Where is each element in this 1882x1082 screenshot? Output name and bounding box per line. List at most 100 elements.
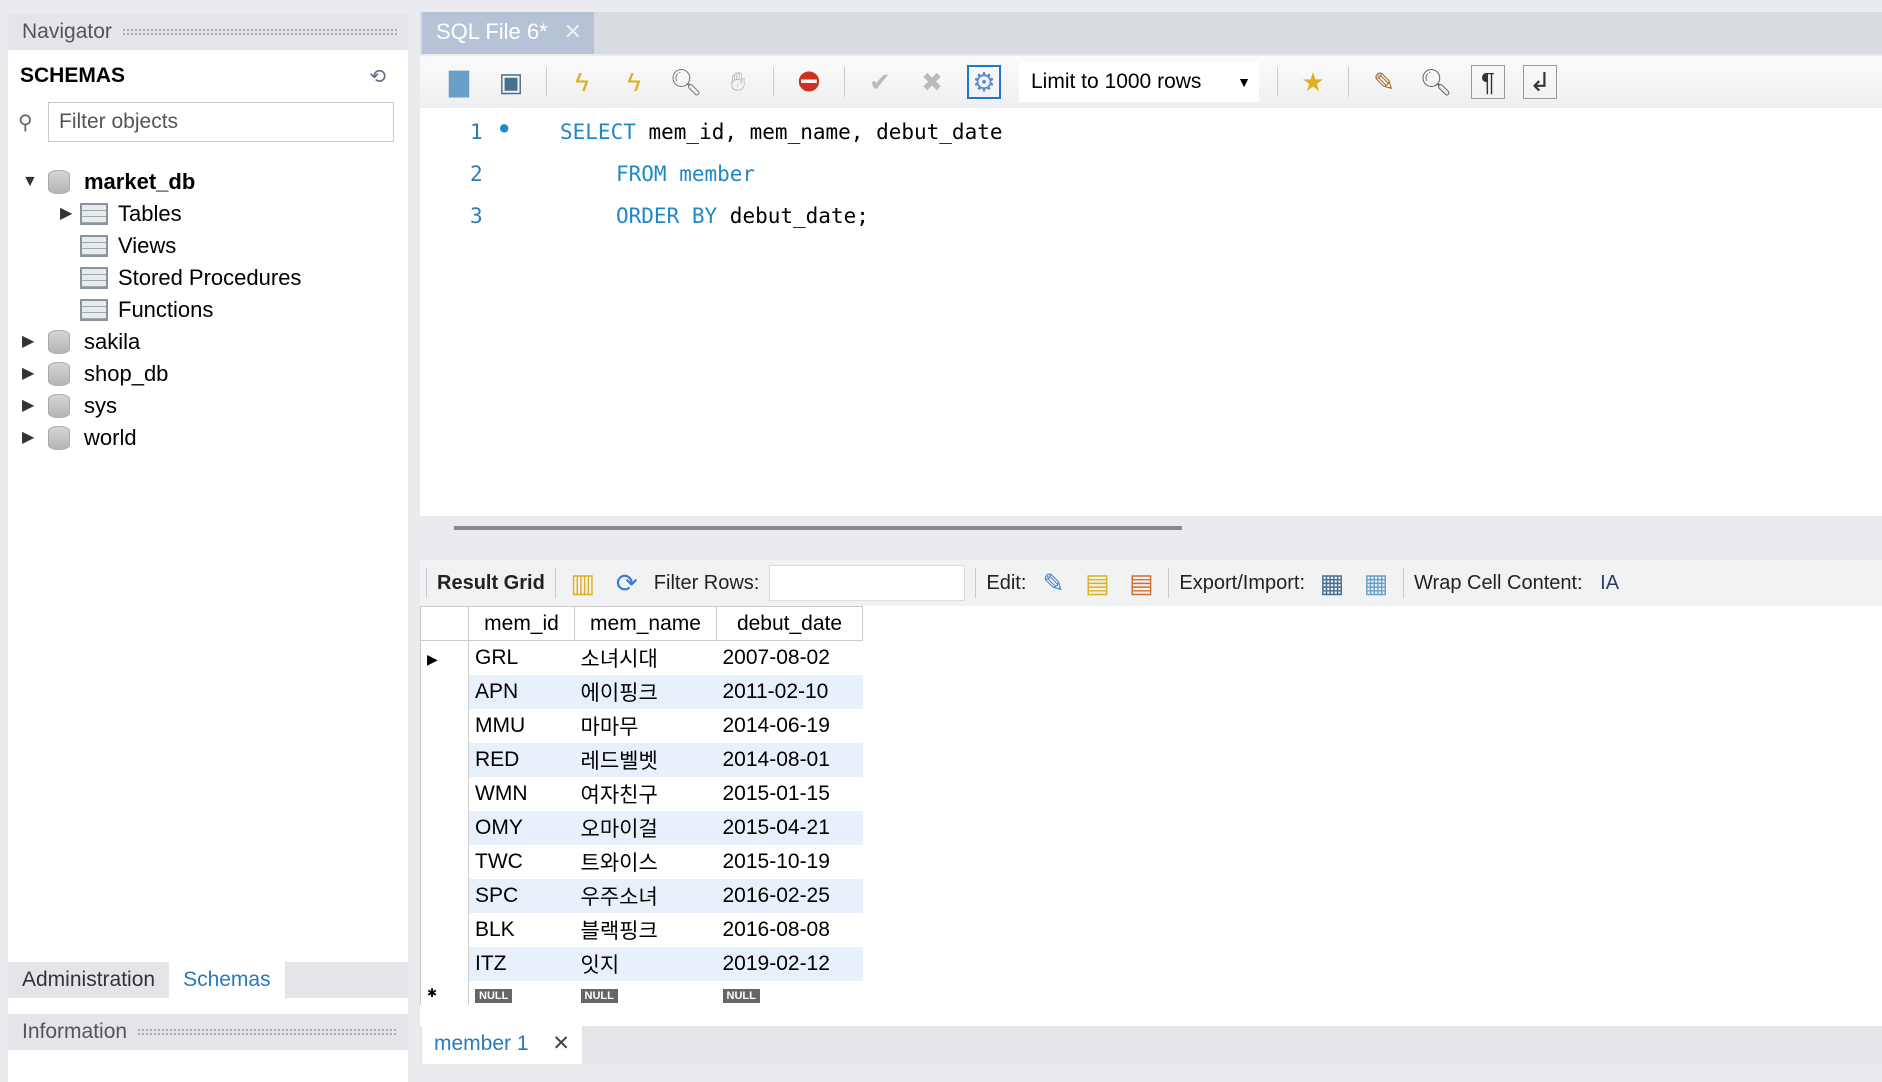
table-row[interactable]: SPC 우주소녀 2016-02-25 — [420, 878, 863, 913]
cell[interactable]: 2014-08-01 — [716, 742, 863, 777]
cell[interactable]: 여자친구 — [575, 777, 717, 811]
cell[interactable]: NULL — [575, 981, 717, 1005]
tree-item-functions[interactable]: Functions — [80, 294, 213, 326]
expand-right-icon[interactable]: ▶ — [60, 198, 80, 230]
find-icon[interactable]: 🔍︎ — [1419, 65, 1453, 99]
tab-administration[interactable]: Administration — [8, 962, 169, 998]
row-indicator[interactable] — [420, 708, 469, 743]
row-indicator[interactable] — [420, 912, 469, 947]
row-indicator[interactable] — [420, 946, 469, 981]
add-snippet-star-icon[interactable]: ★ — [1296, 65, 1330, 99]
expand-right-icon[interactable]: ▶ — [22, 358, 42, 390]
schema-market-db[interactable]: ▼ market_db — [22, 166, 195, 198]
filter-rows-input[interactable] — [769, 565, 966, 601]
cell[interactable]: 레드벨벳 — [574, 742, 717, 777]
grid-view-icon[interactable]: ▥ — [566, 566, 600, 600]
explain-icon[interactable]: 🔍︎ — [669, 65, 703, 99]
cell[interactable]: 2011-02-10 — [716, 674, 863, 709]
table-row[interactable]: APN 에이핑크 2011-02-10 — [420, 674, 863, 709]
horizontal-scrollbar[interactable] — [454, 526, 1182, 530]
cell[interactable]: APN — [468, 674, 575, 709]
cell[interactable]: NULL — [717, 981, 863, 1005]
result-grid-label[interactable]: Result Grid — [437, 572, 545, 595]
save-icon[interactable]: ▣ — [494, 65, 528, 99]
close-icon[interactable]: ✕ — [564, 12, 582, 52]
wrap-cell-icon[interactable]: IA — [1593, 566, 1627, 600]
schema-shop-db[interactable]: ▶ shop_db — [22, 358, 168, 390]
table-row[interactable]: MMU 마마무 2014-06-19 — [420, 708, 863, 743]
close-icon[interactable]: ✕ — [552, 1026, 570, 1062]
column-header[interactable]: mem_name — [574, 606, 717, 641]
cell[interactable]: 오마이걸 — [574, 810, 717, 845]
refresh-icon[interactable]: ⟳ — [610, 566, 644, 600]
tab-schemas[interactable]: Schemas — [169, 962, 285, 998]
expand-right-icon[interactable]: ▶ — [22, 326, 42, 358]
open-folder-icon[interactable]: ▇ — [442, 65, 476, 99]
cell[interactable]: GRL — [469, 641, 575, 675]
cell[interactable]: 마마무 — [575, 709, 717, 743]
cell[interactable]: 2015-04-21 — [716, 810, 863, 845]
cell[interactable]: MMU — [469, 709, 575, 743]
row-indicator[interactable] — [420, 674, 469, 709]
commit-icon[interactable]: ✔ — [863, 65, 897, 99]
edit-row-icon[interactable]: ✎ — [1036, 566, 1070, 600]
column-header[interactable]: mem_id — [468, 606, 575, 641]
column-header[interactable]: debut_date — [716, 606, 863, 641]
table-row[interactable]: OMY 오마이걸 2015-04-21 — [420, 810, 863, 845]
row-indicator[interactable]: ▶ — [420, 640, 469, 675]
cell[interactable]: 소녀시대 — [575, 641, 717, 675]
cell[interactable]: NULL — [469, 981, 575, 1005]
new-row[interactable]: ✱ NULL NULL NULL — [420, 980, 863, 1005]
insert-row-icon[interactable]: ▤ — [1080, 566, 1114, 600]
row-indicator[interactable] — [420, 878, 469, 913]
cell[interactable]: BLK — [469, 913, 575, 947]
table-row[interactable]: WMN 여자친구 2015-01-15 — [420, 776, 863, 811]
cell[interactable]: 2016-08-08 — [717, 913, 863, 947]
cell[interactable]: 잇지 — [574, 946, 717, 981]
word-wrap-icon[interactable]: ↲ — [1523, 65, 1557, 99]
stop-on-error-icon[interactable]: ⛔︎ — [792, 65, 826, 99]
schema-sys[interactable]: ▶ sys — [22, 390, 117, 422]
cell[interactable]: TWC — [469, 845, 575, 879]
table-row[interactable]: BLK 블랙핑크 2016-08-08 — [420, 912, 863, 947]
cell[interactable]: ITZ — [468, 946, 575, 981]
beautify-broom-icon[interactable]: ✎ — [1367, 65, 1401, 99]
table-row[interactable]: RED 레드벨벳 2014-08-01 — [420, 742, 863, 777]
cell[interactable]: 2019-02-12 — [716, 946, 863, 981]
cell[interactable]: 트와이스 — [575, 845, 717, 879]
expand-right-icon[interactable]: ▶ — [22, 422, 42, 454]
table-row[interactable]: ITZ 잇지 2019-02-12 — [420, 946, 863, 981]
cell[interactable]: 에이핑크 — [574, 674, 717, 709]
stop-icon[interactable]: ✋︎ — [721, 65, 755, 99]
cell[interactable]: SPC — [468, 878, 575, 913]
tree-item-stored-procedures[interactable]: Stored Procedures — [80, 262, 301, 294]
tab-sql-file[interactable]: SQL File 6* ✕ — [422, 12, 594, 54]
row-indicator[interactable] — [420, 810, 469, 845]
cell[interactable]: 2007-08-02 — [717, 641, 863, 675]
row-indicator[interactable] — [420, 844, 469, 879]
tree-item-views[interactable]: Views — [80, 230, 176, 262]
cell[interactable]: 우주소녀 — [574, 878, 717, 913]
cell[interactable]: OMY — [468, 810, 575, 845]
sql-editor[interactable]: 1 ● SELECT mem_id, mem_name, debut_date … — [420, 108, 1882, 516]
cell[interactable]: 2015-10-19 — [717, 845, 863, 879]
import-icon[interactable]: ▦ — [1359, 566, 1393, 600]
row-indicator[interactable] — [420, 776, 469, 811]
tab-member-result[interactable]: member 1 ✕ — [422, 1026, 582, 1064]
cell[interactable]: 블랙핑크 — [575, 913, 717, 947]
expand-down-icon[interactable]: ▼ — [22, 166, 42, 198]
rollback-icon[interactable]: ✖ — [915, 65, 949, 99]
table-row[interactable]: ▶ GRL 소녀시대 2007-08-02 — [420, 640, 863, 675]
export-icon[interactable]: ▦ — [1315, 566, 1349, 600]
autocommit-toggle-icon[interactable]: ⚙ — [967, 65, 1001, 99]
expand-right-icon[interactable]: ▶ — [22, 390, 42, 422]
filter-objects-input[interactable]: Filter objects — [48, 102, 394, 142]
limit-rows-select[interactable]: Limit to 1000 rows ▼ — [1019, 62, 1259, 102]
row-indicator[interactable] — [420, 742, 469, 777]
cell[interactable]: WMN — [469, 777, 575, 811]
tree-item-tables[interactable]: ▶ Tables — [60, 198, 182, 230]
schema-sakila[interactable]: ▶ sakila — [22, 326, 140, 358]
cell[interactable]: 2016-02-25 — [716, 878, 863, 913]
schema-world[interactable]: ▶ world — [22, 422, 137, 454]
cell[interactable]: RED — [468, 742, 575, 777]
